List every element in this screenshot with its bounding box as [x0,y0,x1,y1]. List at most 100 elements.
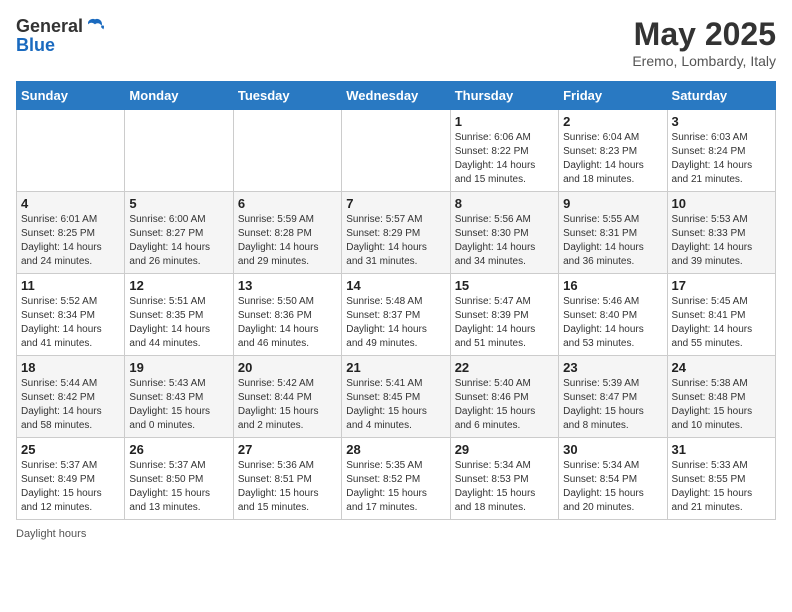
day-number: 4 [21,196,120,211]
main-title: May 2025 [632,16,776,53]
logo-general: General [16,17,83,35]
day-info: Sunrise: 5:41 AM Sunset: 8:45 PM Dayligh… [346,377,445,433]
calendar-week-row: 25 Sunrise: 5:37 AM Sunset: 8:49 PM Dayli… [17,438,776,520]
day-info: Sunrise: 5:33 AM Sunset: 8:55 PM Dayligh… [672,459,771,515]
calendar-cell: 17 Sunrise: 5:45 AM Sunset: 8:41 PM Dayli… [667,274,775,356]
calendar-cell: 11 Sunrise: 5:52 AM Sunset: 8:34 PM Dayli… [17,274,125,356]
day-of-week-header: Monday [125,82,233,110]
subtitle: Eremo, Lombardy, Italy [632,53,776,69]
day-info: Sunrise: 6:04 AM Sunset: 8:23 PM Dayligh… [563,131,662,187]
calendar-cell: 26Sunrise: 5:37 AM Sunset: 8:50 PM Dayli… [125,438,233,520]
calendar-cell: 24Sunrise: 5:38 AM Sunset: 8:48 PM Dayli… [667,356,775,438]
day-number: 22 [455,360,554,375]
calendar-cell: 30 Sunrise: 5:34 AM Sunset: 8:54 PM Dayli… [559,438,667,520]
calendar-week-row: 18Sunrise: 5:44 AM Sunset: 8:42 PM Dayli… [17,356,776,438]
day-info: Sunrise: 5:55 AM Sunset: 8:31 PM Dayligh… [563,213,662,269]
calendar-cell: 14Sunrise: 5:48 AM Sunset: 8:37 PM Dayli… [342,274,450,356]
day-number: 3 [672,114,771,129]
day-info: Sunrise: 5:37 AM Sunset: 8:50 PM Dayligh… [129,459,228,515]
calendar-cell: 29 Sunrise: 5:34 AM Sunset: 8:53 PM Dayli… [450,438,558,520]
day-of-week-header: Saturday [667,82,775,110]
day-info: Sunrise: 5:53 AM Sunset: 8:33 PM Dayligh… [672,213,771,269]
calendar-cell: 8 Sunrise: 5:56 AM Sunset: 8:30 PM Daylig… [450,192,558,274]
day-info: Sunrise: 5:39 AM Sunset: 8:47 PM Dayligh… [563,377,662,433]
day-info: Sunrise: 5:59 AM Sunset: 8:28 PM Dayligh… [238,213,337,269]
day-number: 8 [455,196,554,211]
day-info: Sunrise: 5:40 AM Sunset: 8:46 PM Dayligh… [455,377,554,433]
day-info: Sunrise: 6:03 AM Sunset: 8:24 PM Dayligh… [672,131,771,187]
day-info: Sunrise: 5:46 AM Sunset: 8:40 PM Dayligh… [563,295,662,351]
calendar-cell: 25 Sunrise: 5:37 AM Sunset: 8:49 PM Dayli… [17,438,125,520]
day-number: 15 [455,278,554,293]
day-of-week-header: Friday [559,82,667,110]
day-number: 12 [129,278,228,293]
title-area: May 2025 Eremo, Lombardy, Italy [632,16,776,69]
day-number: 5 [129,196,228,211]
calendar-cell [342,110,450,192]
day-info: Sunrise: 5:57 AM Sunset: 8:29 PM Dayligh… [346,213,445,269]
day-info: Sunrise: 5:56 AM Sunset: 8:30 PM Dayligh… [455,213,554,269]
day-number: 17 [672,278,771,293]
logo-blue: Blue [16,36,105,54]
day-number: 7 [346,196,445,211]
calendar-cell [125,110,233,192]
calendar-cell: 16 Sunrise: 5:46 AM Sunset: 8:40 PM Dayli… [559,274,667,356]
day-number: 28 [346,442,445,457]
day-info: Sunrise: 5:50 AM Sunset: 8:36 PM Dayligh… [238,295,337,351]
header: General Blue May 2025 Eremo, Lombardy, I… [16,16,776,69]
day-number: 30 [563,442,662,457]
calendar-week-row: 1 Sunrise: 6:06 AM Sunset: 8:22 PM Daylig… [17,110,776,192]
day-number: 6 [238,196,337,211]
calendar-cell: 23Sunrise: 5:39 AM Sunset: 8:47 PM Dayli… [559,356,667,438]
day-number: 20 [238,360,337,375]
day-number: 1 [455,114,554,129]
day-number: 16 [563,278,662,293]
calendar-cell: 15 Sunrise: 5:47 AM Sunset: 8:39 PM Dayli… [450,274,558,356]
day-number: 10 [672,196,771,211]
calendar-cell: 12 Sunrise: 5:51 AM Sunset: 8:35 PM Dayli… [125,274,233,356]
day-info: Sunrise: 5:34 AM Sunset: 8:53 PM Dayligh… [455,459,554,515]
calendar-cell: 18Sunrise: 5:44 AM Sunset: 8:42 PM Dayli… [17,356,125,438]
calendar-cell: 28Sunrise: 5:35 AM Sunset: 8:52 PM Dayli… [342,438,450,520]
day-number: 25 [21,442,120,457]
day-number: 29 [455,442,554,457]
day-info: Sunrise: 5:44 AM Sunset: 8:42 PM Dayligh… [21,377,120,433]
day-info: Sunrise: 5:45 AM Sunset: 8:41 PM Dayligh… [672,295,771,351]
day-number: 11 [21,278,120,293]
calendar-cell: 7 Sunrise: 5:57 AM Sunset: 8:29 PM Daylig… [342,192,450,274]
day-info: Sunrise: 5:47 AM Sunset: 8:39 PM Dayligh… [455,295,554,351]
day-of-week-header: Wednesday [342,82,450,110]
calendar-cell: 10 Sunrise: 5:53 AM Sunset: 8:33 PM Dayli… [667,192,775,274]
day-number: 9 [563,196,662,211]
calendar-week-row: 4 Sunrise: 6:01 AM Sunset: 8:25 PM Daylig… [17,192,776,274]
footer-note: Daylight hours [16,528,776,540]
calendar-cell: 9 Sunrise: 5:55 AM Sunset: 8:31 PM Daylig… [559,192,667,274]
day-info: Sunrise: 6:06 AM Sunset: 8:22 PM Dayligh… [455,131,554,187]
calendar-cell: 19 Sunrise: 5:43 AM Sunset: 8:43 PM Dayli… [125,356,233,438]
day-info: Sunrise: 5:51 AM Sunset: 8:35 PM Dayligh… [129,295,228,351]
calendar-cell: 2 Sunrise: 6:04 AM Sunset: 8:23 PM Daylig… [559,110,667,192]
day-number: 31 [672,442,771,457]
calendar-cell: 22 Sunrise: 5:40 AM Sunset: 8:46 PM Dayli… [450,356,558,438]
logo-bird-icon [85,16,105,36]
day-number: 24 [672,360,771,375]
day-info: Sunrise: 5:34 AM Sunset: 8:54 PM Dayligh… [563,459,662,515]
logo: General Blue [16,16,105,54]
day-number: 21 [346,360,445,375]
day-of-week-header: Tuesday [233,82,341,110]
day-info: Sunrise: 5:37 AM Sunset: 8:49 PM Dayligh… [21,459,120,515]
day-info: Sunrise: 6:00 AM Sunset: 8:27 PM Dayligh… [129,213,228,269]
day-info: Sunrise: 5:43 AM Sunset: 8:43 PM Dayligh… [129,377,228,433]
calendar-cell: 20Sunrise: 5:42 AM Sunset: 8:44 PM Dayli… [233,356,341,438]
day-number: 27 [238,442,337,457]
calendar-cell: 6 Sunrise: 5:59 AM Sunset: 8:28 PM Daylig… [233,192,341,274]
day-number: 2 [563,114,662,129]
day-info: Sunrise: 6:01 AM Sunset: 8:25 PM Dayligh… [21,213,120,269]
calendar-cell: 13Sunrise: 5:50 AM Sunset: 8:36 PM Dayli… [233,274,341,356]
calendar-cell: 31 Sunrise: 5:33 AM Sunset: 8:55 PM Dayli… [667,438,775,520]
day-number: 19 [129,360,228,375]
day-of-week-header: Thursday [450,82,558,110]
day-info: Sunrise: 5:36 AM Sunset: 8:51 PM Dayligh… [238,459,337,515]
day-info: Sunrise: 5:52 AM Sunset: 8:34 PM Dayligh… [21,295,120,351]
calendar-cell: 3 Sunrise: 6:03 AM Sunset: 8:24 PM Daylig… [667,110,775,192]
